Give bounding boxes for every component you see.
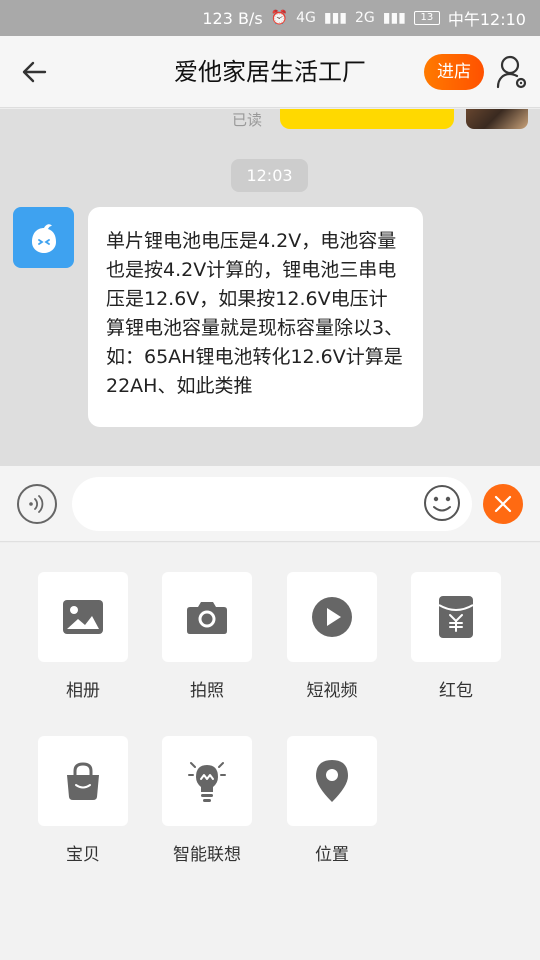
signal-icon-2: ▮▮▮ — [382, 10, 406, 26]
input-bar — [0, 466, 540, 542]
feature-label: 位置 — [315, 845, 349, 865]
feature-item[interactable]: 宝贝 — [38, 736, 128, 865]
previous-message-bubble[interactable] — [280, 109, 454, 129]
voice-button[interactable] — [17, 484, 57, 524]
shop-bot-avatar-icon — [31, 223, 56, 253]
red-envelope-icon — [438, 596, 474, 638]
emoji-icon — [424, 485, 460, 521]
user-settings-icon — [496, 55, 527, 89]
feature-tile[interactable] — [287, 572, 377, 662]
feature-tile[interactable] — [411, 572, 501, 662]
bag-icon — [67, 762, 99, 800]
network-4g-icon: 4G — [296, 10, 316, 26]
previous-image-thumbnail[interactable] — [466, 109, 528, 129]
feature-tile[interactable] — [162, 572, 252, 662]
close-panel-button[interactable] — [483, 484, 523, 524]
feature-label: 红包 — [439, 681, 473, 701]
network-2g-icon: 2G — [354, 10, 375, 26]
feature-tile[interactable] — [38, 736, 128, 826]
read-status: 已读 — [232, 111, 263, 129]
feature-location[interactable]: 位置 — [287, 736, 377, 865]
feature-label: 短视频 — [306, 681, 358, 701]
feature-red-envelope[interactable]: 红包 — [411, 572, 501, 701]
feature-smart-suggest[interactable]: 智能联想 — [162, 736, 252, 865]
feature-tile[interactable] — [287, 736, 377, 826]
feature-label: 智能联想 — [173, 845, 241, 865]
message-timestamp: 12:03 — [231, 159, 308, 192]
battery-icon: 13 — [413, 11, 440, 25]
message-bubble[interactable]: 单片锂电池电压是4.2V，电池容量也是按4.2V计算的，锂电池三串电压是12.6… — [88, 207, 423, 427]
alarm-icon: ⏰ — [270, 10, 289, 26]
emoji-button[interactable] — [422, 483, 462, 523]
location-icon — [316, 760, 348, 802]
feature-label: 相册 — [66, 681, 100, 701]
arrow-left-icon — [22, 61, 47, 83]
feature-camera[interactable]: 拍照 — [162, 572, 252, 701]
camera-icon — [187, 602, 227, 634]
enter-shop-button[interactable]: 进店 — [424, 54, 484, 90]
feature-short-video[interactable]: 短视频 — [287, 572, 377, 701]
feature-panel: 相册 拍照 短视频 红包 宝贝 智能联想 位置 — [0, 543, 540, 960]
message-input[interactable] — [72, 477, 472, 531]
clock: 中午12:10 — [447, 10, 526, 29]
avatar[interactable] — [13, 207, 74, 268]
signal-icon: ▮▮▮ — [323, 10, 347, 26]
network-speed: 123 B/s — [202, 8, 263, 28]
video-icon — [312, 597, 352, 637]
close-icon — [494, 495, 512, 513]
chat-area[interactable]: 已读 12:03 单片锂电池电压是4.2V，电池容量也是按4.2V计算的，锂电池… — [0, 109, 540, 466]
feature-label: 拍照 — [190, 681, 224, 701]
user-settings-button[interactable] — [494, 52, 530, 92]
back-button[interactable] — [14, 52, 54, 92]
status-bar: 123 B/s ⏰ 4G ▮▮▮ 2G ▮▮▮ 13 中午12:10 — [0, 0, 540, 36]
feature-label: 宝贝 — [66, 845, 100, 865]
feature-tile[interactable] — [162, 736, 252, 826]
feature-album[interactable]: 相册 — [38, 572, 128, 701]
album-icon — [63, 600, 103, 634]
feature-tile[interactable] — [38, 572, 128, 662]
voice-icon — [29, 495, 44, 513]
top-nav-bar: 爱他家居生活工厂 进店 — [0, 36, 540, 108]
lightbulb-icon — [188, 762, 226, 802]
